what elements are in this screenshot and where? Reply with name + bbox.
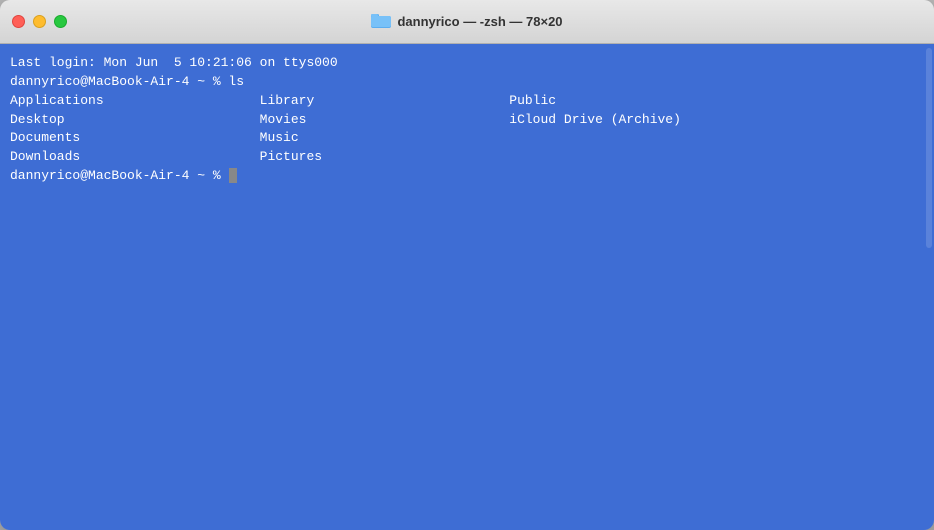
titlebar: dannyrico — -zsh — 78×20 [0, 0, 934, 44]
close-button[interactable] [12, 15, 25, 28]
cursor [229, 168, 237, 183]
title-text: dannyrico — -zsh — 78×20 [397, 14, 562, 29]
terminal-window: dannyrico — -zsh — 78×20 Last login: Mon… [0, 0, 934, 530]
maximize-button[interactable] [54, 15, 67, 28]
terminal-body[interactable]: Last login: Mon Jun 5 10:21:06 on ttys00… [0, 44, 934, 530]
last-login-line: Last login: Mon Jun 5 10:21:06 on ttys00… [10, 55, 338, 70]
folder-icon [371, 12, 391, 31]
prompt-line: dannyrico@MacBook-Air-4 ~ % [10, 168, 228, 183]
titlebar-title: dannyrico — -zsh — 78×20 [371, 12, 562, 31]
traffic-lights [12, 15, 67, 28]
minimize-button[interactable] [33, 15, 46, 28]
terminal-content: Last login: Mon Jun 5 10:21:06 on ttys00… [10, 54, 924, 186]
scrollbar[interactable] [926, 48, 932, 248]
ls-output: Applications Library Public Desktop Movi… [10, 93, 681, 165]
ls-command-line: dannyrico@MacBook-Air-4 ~ % ls [10, 74, 244, 89]
